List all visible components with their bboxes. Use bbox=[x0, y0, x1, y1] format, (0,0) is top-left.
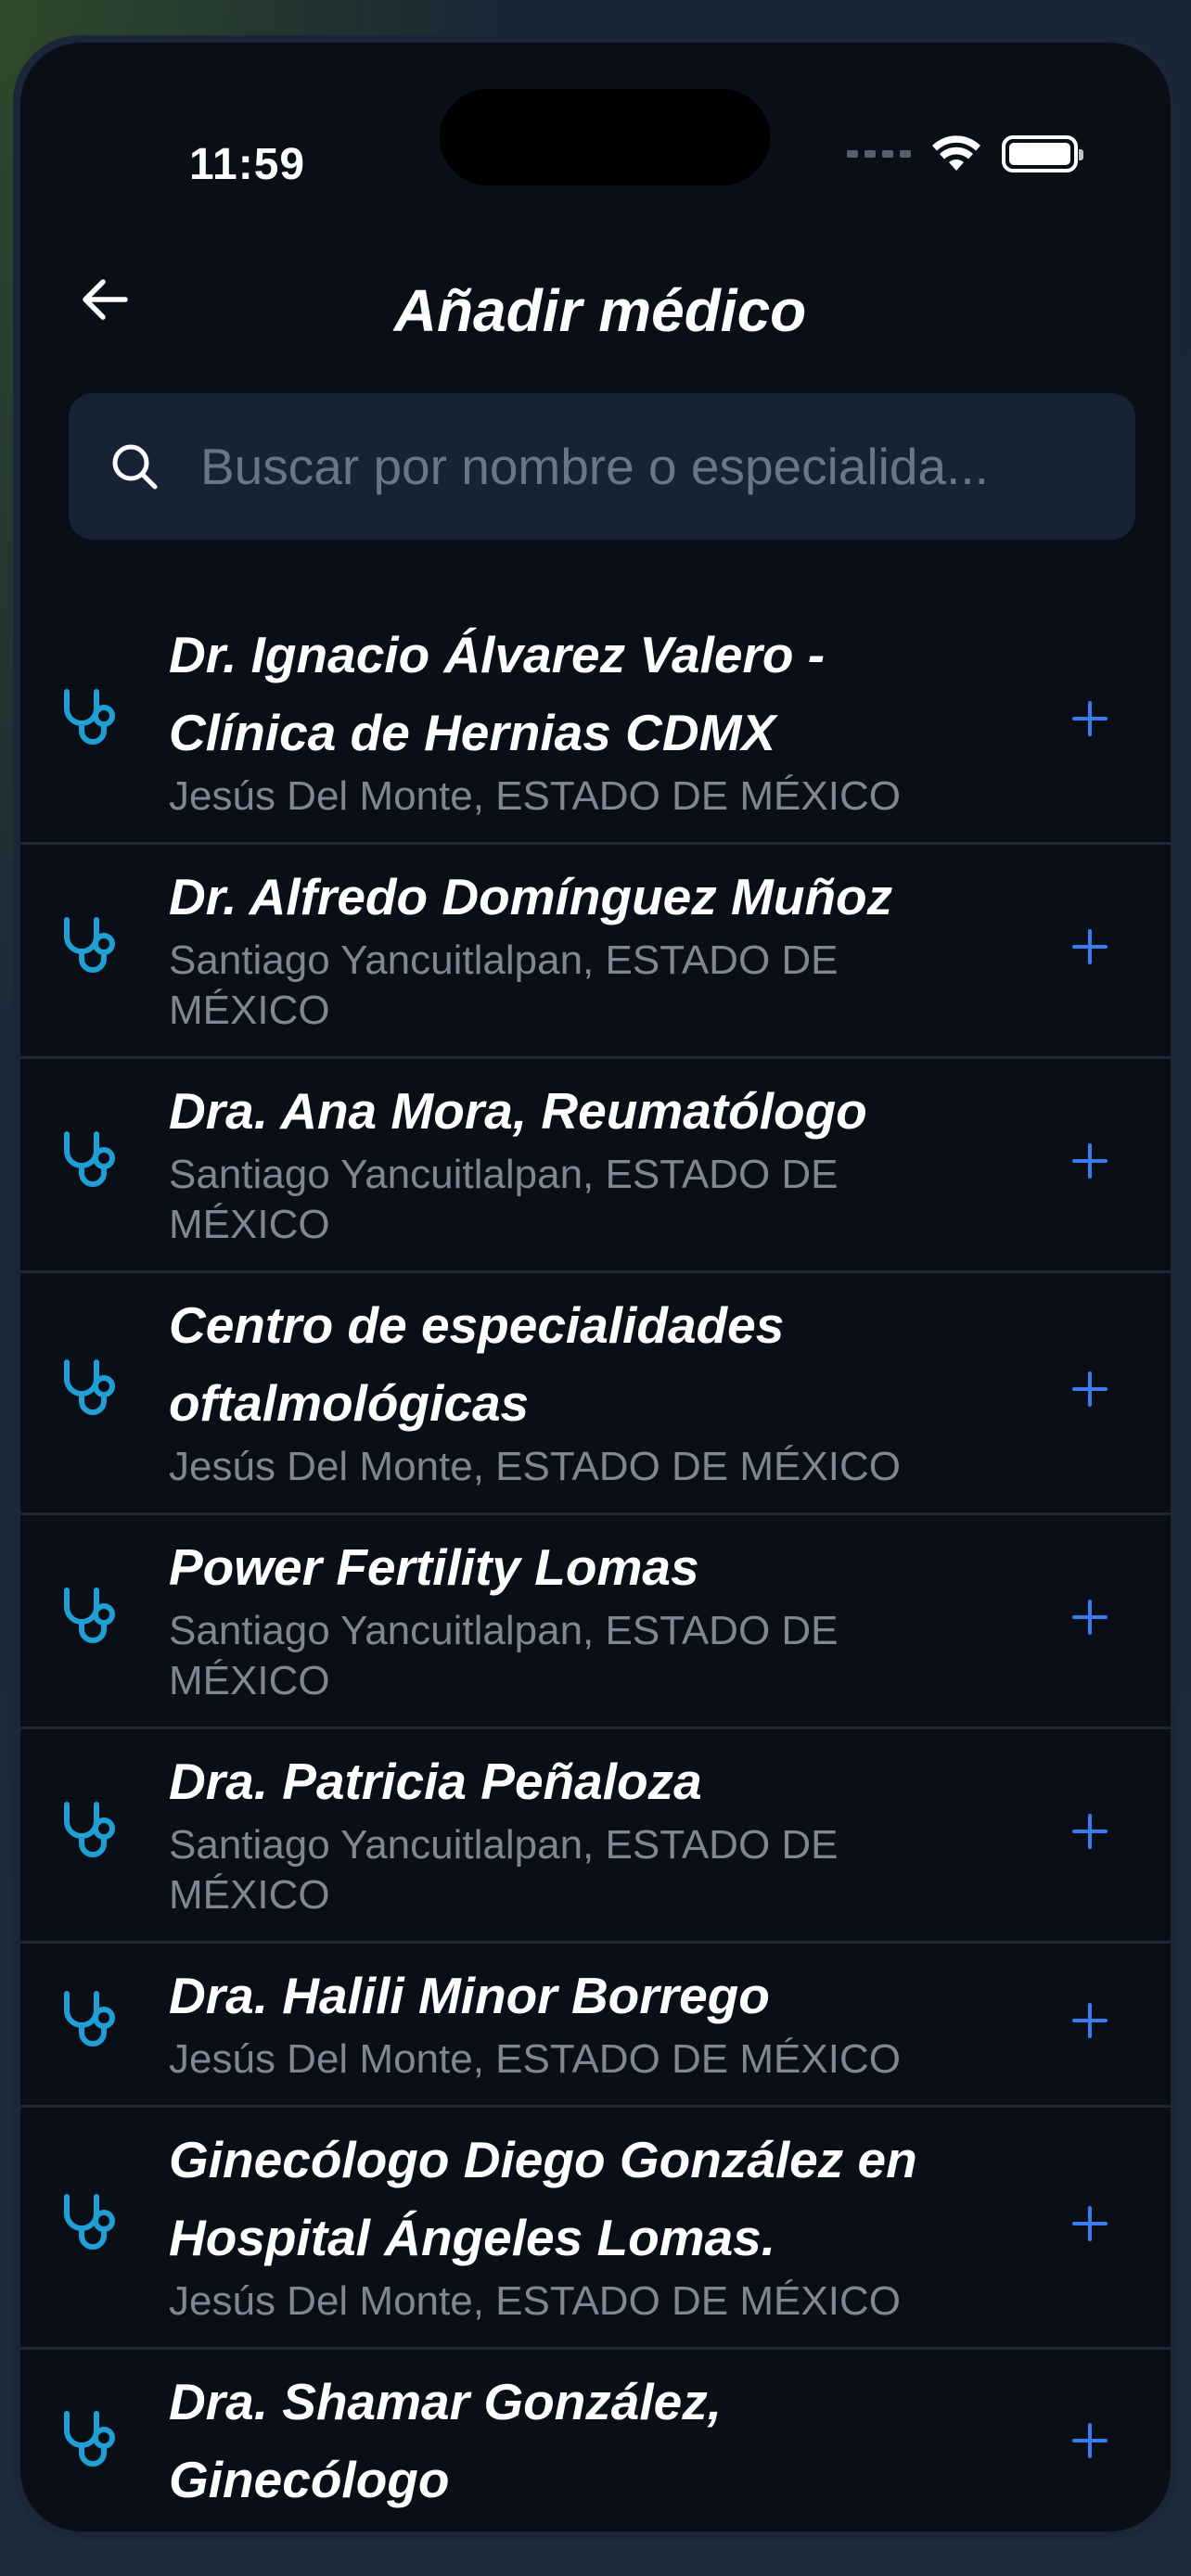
doctor-name: Dra. Shamar González, Ginecólogo bbox=[169, 2373, 723, 2508]
cellular-signal-icon bbox=[847, 150, 911, 158]
add-doctor-button[interactable] bbox=[1031, 1599, 1171, 1636]
doctor-info: Dr. Ignacio Álvarez Valero - Clínica de … bbox=[169, 616, 1031, 822]
stethoscope-icon bbox=[20, 686, 169, 751]
add-doctor-button[interactable] bbox=[1031, 700, 1171, 737]
doctor-info: Dra. Patricia Peñaloza Santiago Yancuitl… bbox=[169, 1742, 1031, 1920]
doctor-name: Dra. Ana Mora, Reumatólogo bbox=[169, 1082, 867, 1140]
stethoscope-icon bbox=[20, 2191, 169, 2256]
doctor-location: Jesús Del Monte, ESTADO DE MÉXICO bbox=[169, 1444, 901, 1489]
search-input[interactable] bbox=[200, 437, 1063, 496]
stethoscope-icon bbox=[20, 1988, 169, 2053]
add-doctor-button[interactable] bbox=[1031, 1142, 1171, 1180]
doctor-location: Jesús Del Monte, ESTADO DE MÉXICO bbox=[169, 773, 901, 819]
doctor-info: Dra. Halili Minor Borrego Jesús Del Mont… bbox=[169, 1957, 1031, 2085]
plus-icon bbox=[1072, 2423, 1108, 2458]
doctor-list-item[interactable]: Dr. Alfredo Domínguez Muñoz Santiago Yan… bbox=[20, 845, 1171, 1059]
stethoscope-icon bbox=[20, 1585, 169, 1650]
doctor-list-item[interactable]: Dra. Shamar González, Ginecólogo bbox=[20, 2350, 1171, 2531]
stethoscope-icon bbox=[20, 914, 169, 979]
doctor-list-item[interactable]: Dra. Patricia Peñaloza Santiago Yancuitl… bbox=[20, 1729, 1171, 1944]
page-title: Añadir médico bbox=[393, 277, 807, 344]
add-doctor-button[interactable] bbox=[1031, 2422, 1171, 2459]
status-indicators bbox=[847, 135, 1083, 172]
dynamic-island bbox=[440, 89, 770, 185]
doctor-location: Jesús Del Monte, ESTADO DE MÉXICO bbox=[169, 2036, 901, 2082]
doctor-list-item[interactable]: Dr. Ignacio Álvarez Valero - Clínica de … bbox=[20, 603, 1171, 845]
doctor-location: Santiago Yancuitlalpan, ESTADO DE MÉXICO bbox=[169, 1608, 839, 1703]
plus-icon bbox=[1072, 1143, 1108, 1179]
doctor-list-item[interactable]: Power Fertility Lomas Santiago Yancuitla… bbox=[20, 1515, 1171, 1729]
stethoscope-icon bbox=[20, 2408, 169, 2473]
doctor-info: Dr. Alfredo Domínguez Muñoz Santiago Yan… bbox=[169, 858, 1031, 1036]
doctor-list-item[interactable]: Dra. Halili Minor Borrego Jesús Del Mont… bbox=[20, 1944, 1171, 2108]
doctor-info: Ginecólogo Diego González en Hospital Án… bbox=[169, 2121, 1031, 2327]
doctor-info: Power Fertility Lomas Santiago Yancuitla… bbox=[169, 1528, 1031, 1706]
doctor-info: Dra. Ana Mora, Reumatólogo Santiago Yanc… bbox=[169, 1072, 1031, 1250]
doctor-name: Power Fertility Lomas bbox=[169, 1538, 699, 1596]
plus-icon bbox=[1072, 1814, 1108, 1849]
status-time: 11:59 bbox=[189, 140, 306, 189]
add-doctor-button[interactable] bbox=[1031, 928, 1171, 965]
doctor-location: Santiago Yancuitlalpan, ESTADO DE MÉXICO bbox=[169, 1152, 839, 1247]
doctor-list-item[interactable]: Ginecólogo Diego González en Hospital Án… bbox=[20, 2108, 1171, 2350]
plus-icon bbox=[1072, 1600, 1108, 1635]
doctor-location: Santiago Yancuitlalpan, ESTADO DE MÉXICO bbox=[169, 1822, 839, 1918]
doctor-name: Dra. Halili Minor Borrego bbox=[169, 1967, 770, 2024]
stethoscope-icon bbox=[20, 1357, 169, 1422]
add-doctor-button[interactable] bbox=[1031, 2002, 1171, 2039]
plus-icon bbox=[1072, 2206, 1108, 2241]
app-screen: 11:59 Añadir médico Buscar por nombre o … bbox=[20, 43, 1171, 2531]
doctor-name: Dr. Ignacio Álvarez Valero - Clínica de … bbox=[169, 626, 826, 761]
doctor-name: Centro de especialidades oftalmológicas bbox=[169, 1296, 785, 1432]
plus-icon bbox=[1072, 701, 1108, 736]
search-icon bbox=[108, 440, 161, 493]
doctor-info: Centro de especialidades oftalmológicas … bbox=[169, 1286, 1031, 1492]
search-bar[interactable] bbox=[69, 393, 1135, 540]
doctor-list-item[interactable]: Centro de especialidades oftalmológicas … bbox=[20, 1273, 1171, 1515]
doctor-name: Ginecólogo Diego González en Hospital Án… bbox=[169, 2131, 917, 2266]
doctor-list-item[interactable]: Dra. Ana Mora, Reumatólogo Santiago Yanc… bbox=[20, 1059, 1171, 1273]
add-doctor-button[interactable] bbox=[1031, 1371, 1171, 1408]
device-frame: 11:59 Añadir médico Buscar por nombre o … bbox=[13, 35, 1178, 2539]
add-doctor-button[interactable] bbox=[1031, 1813, 1171, 1850]
battery-icon bbox=[1002, 135, 1083, 172]
wifi-icon bbox=[932, 135, 980, 171]
plus-icon bbox=[1072, 1371, 1108, 1407]
plus-icon bbox=[1072, 2003, 1108, 2038]
plus-icon bbox=[1072, 929, 1108, 964]
doctor-location: Santiago Yancuitlalpan, ESTADO DE MÉXICO bbox=[169, 937, 839, 1033]
doctor-list: Dr. Ignacio Álvarez Valero - Clínica de … bbox=[20, 603, 1171, 2531]
doctor-name: Dra. Patricia Peñaloza bbox=[169, 1753, 702, 1810]
doctor-name: Dr. Alfredo Domínguez Muñoz bbox=[169, 868, 893, 925]
doctor-info: Dra. Shamar González, Ginecólogo bbox=[169, 2363, 1031, 2519]
doctor-location: Jesús Del Monte, ESTADO DE MÉXICO bbox=[169, 2278, 901, 2324]
stethoscope-icon bbox=[20, 1799, 169, 1864]
add-doctor-button[interactable] bbox=[1031, 2205, 1171, 2242]
stethoscope-icon bbox=[20, 1129, 169, 1193]
